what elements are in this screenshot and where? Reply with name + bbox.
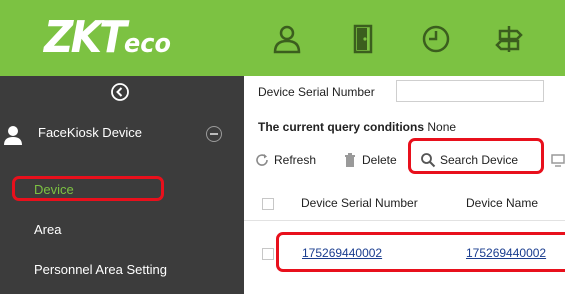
query-conditions-value: None xyxy=(427,120,457,134)
query-conditions-label: The current query conditions xyxy=(258,120,425,134)
person-icon xyxy=(2,124,24,146)
top-header: ZKTeco xyxy=(0,0,565,76)
brand-logo: ZKTeco xyxy=(44,12,171,63)
select-all-checkbox[interactable] xyxy=(262,198,274,210)
door-icon[interactable] xyxy=(346,22,380,56)
sidebar-module-facekiosk[interactable]: FaceKiosk Device xyxy=(0,114,244,154)
sidebar-item-personnel-area-setting[interactable]: Personnel Area Setting xyxy=(34,262,167,277)
serial-number-input[interactable] xyxy=(396,80,544,102)
main-content: Device Serial Number The current query c… xyxy=(244,76,565,294)
more-tool-icon[interactable] xyxy=(550,150,565,170)
column-header-name[interactable]: Device Name xyxy=(466,196,538,210)
sidebar-module-label: FaceKiosk Device xyxy=(38,125,143,140)
personnel-icon[interactable] xyxy=(270,22,304,56)
column-header-serial[interactable]: Device Serial Number xyxy=(301,196,418,210)
delete-label: Delete xyxy=(362,153,397,167)
refresh-button[interactable]: Refresh xyxy=(254,150,316,170)
table-header: Device Serial Number Device Name xyxy=(244,188,565,221)
query-conditions: The current query conditions None xyxy=(258,120,456,134)
refresh-icon xyxy=(256,154,268,166)
signpost-icon[interactable] xyxy=(492,22,526,56)
highlight-device-row xyxy=(276,232,565,272)
filter-label: Device Serial Number xyxy=(258,85,375,99)
trash-icon xyxy=(345,153,355,167)
clock-icon[interactable] xyxy=(419,22,453,56)
delete-button[interactable]: Delete xyxy=(342,150,397,170)
collapse-toggle-icon[interactable] xyxy=(206,126,222,142)
row-checkbox[interactable] xyxy=(262,248,274,260)
highlight-device-item xyxy=(12,176,164,201)
highlight-search-device xyxy=(408,138,544,174)
refresh-label: Refresh xyxy=(274,153,317,167)
chevron-left-circle-icon[interactable] xyxy=(110,82,130,102)
sidebar-item-area[interactable]: Area xyxy=(34,222,61,237)
